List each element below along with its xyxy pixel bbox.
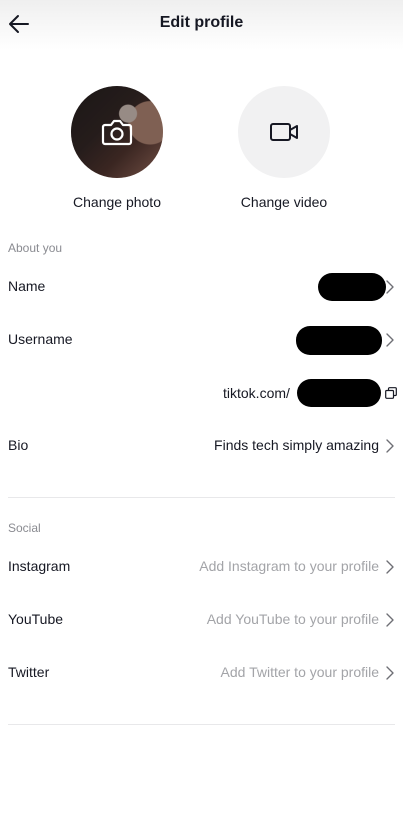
avatar[interactable] xyxy=(71,86,163,178)
name-label: Name xyxy=(8,278,46,294)
youtube-row[interactable]: YouTube Add YouTube to your profile xyxy=(0,600,403,640)
profile-media-section: Change photo Change video xyxy=(0,86,403,216)
youtube-label: YouTube xyxy=(8,611,64,627)
redacted-username xyxy=(296,326,382,355)
change-video-item[interactable]: Change video xyxy=(214,86,354,210)
profile-link-prefix: tiktok.com/ xyxy=(223,385,290,401)
divider xyxy=(8,497,395,498)
name-row[interactable]: Name xyxy=(0,267,403,307)
change-photo-item[interactable]: Change photo xyxy=(47,86,187,210)
profile-link-row: tiktok.com/ xyxy=(0,378,403,408)
change-video-label[interactable]: Change video xyxy=(214,194,354,210)
video-camera-icon xyxy=(270,123,298,141)
bio-value: Finds tech simply amazing xyxy=(214,437,379,453)
top-bar: Edit profile xyxy=(0,0,403,50)
camera-icon xyxy=(101,119,133,146)
video-thumbnail[interactable] xyxy=(238,86,330,178)
redacted-profile-link xyxy=(297,379,381,407)
chevron-right-icon xyxy=(386,613,394,627)
section-label-social: Social xyxy=(8,521,41,535)
bio-label: Bio xyxy=(8,437,29,453)
twitter-label: Twitter xyxy=(8,664,50,680)
instagram-value: Add Instagram to your profile xyxy=(199,558,379,574)
divider xyxy=(8,724,395,725)
twitter-value: Add Twitter to your profile xyxy=(220,664,379,680)
redacted-name xyxy=(318,273,386,301)
youtube-value: Add YouTube to your profile xyxy=(206,611,379,627)
chevron-right-icon xyxy=(386,280,394,294)
chevron-right-icon xyxy=(386,666,394,680)
copy-icon[interactable] xyxy=(385,387,397,399)
username-label: Username xyxy=(8,331,73,347)
page-title: Edit profile xyxy=(159,14,244,31)
bio-row[interactable]: Bio Finds tech simply amazing xyxy=(0,426,403,466)
change-photo-label[interactable]: Change photo xyxy=(47,194,187,210)
twitter-row[interactable]: Twitter Add Twitter to your profile xyxy=(0,653,403,693)
instagram-label: Instagram xyxy=(8,558,71,574)
chevron-right-icon xyxy=(386,333,394,347)
username-row[interactable]: Username xyxy=(0,320,403,360)
chevron-right-icon xyxy=(386,560,394,574)
section-label-about: About you xyxy=(8,241,63,255)
instagram-row[interactable]: Instagram Add Instagram to your profile xyxy=(0,547,403,587)
chevron-right-icon xyxy=(386,439,394,453)
